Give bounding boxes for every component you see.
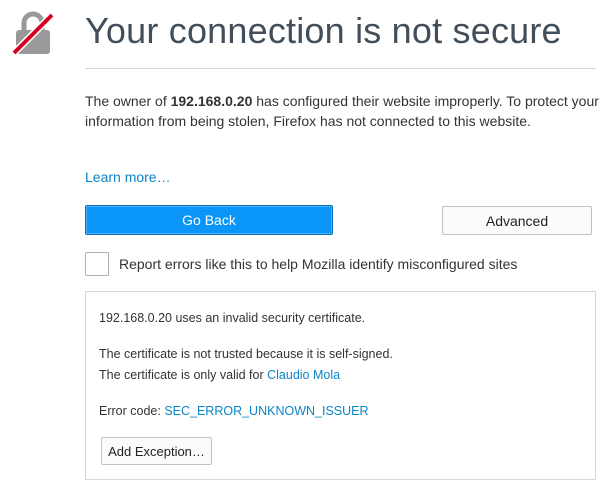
add-exception-button[interactable]: Add Exception… bbox=[101, 437, 212, 465]
valid-for-name-link[interactable]: Claudio Mola bbox=[267, 368, 340, 382]
page-title: Your connection is not secure bbox=[85, 10, 562, 51]
invalid-cert-text: 192.168.0.20 uses an invalid security ce… bbox=[99, 311, 366, 325]
learn-more-link[interactable]: Learn more… bbox=[85, 169, 171, 185]
report-errors-checkbox[interactable] bbox=[85, 252, 109, 276]
error-code-line: Error code: SEC_ERROR_UNKNOWN_ISSUER bbox=[99, 404, 369, 418]
error-code-label: Error code: bbox=[99, 404, 165, 418]
valid-for-prefix: The certificate is only valid for bbox=[99, 368, 268, 382]
description-prefix: The owner of bbox=[85, 93, 171, 109]
description-host: 192.168.0.20 bbox=[170, 93, 253, 109]
error-code-link[interactable]: SEC_ERROR_UNKNOWN_ISSUER bbox=[164, 404, 368, 418]
advanced-details-panel: 192.168.0.20 uses an invalid security ce… bbox=[85, 291, 596, 480]
report-errors-label: Report errors like this to help Mozilla … bbox=[119, 256, 518, 272]
not-trusted-text: The certificate is not trusted because i… bbox=[99, 347, 393, 361]
title-divider bbox=[85, 68, 596, 69]
advanced-button[interactable]: Advanced bbox=[442, 206, 592, 235]
broken-lock-icon bbox=[11, 11, 55, 56]
valid-for-text: The certificate is only valid for Claudi… bbox=[99, 368, 340, 382]
go-back-button[interactable]: Go Back bbox=[85, 205, 333, 235]
error-description: The owner of 192.168.0.20 has configured… bbox=[85, 91, 600, 131]
